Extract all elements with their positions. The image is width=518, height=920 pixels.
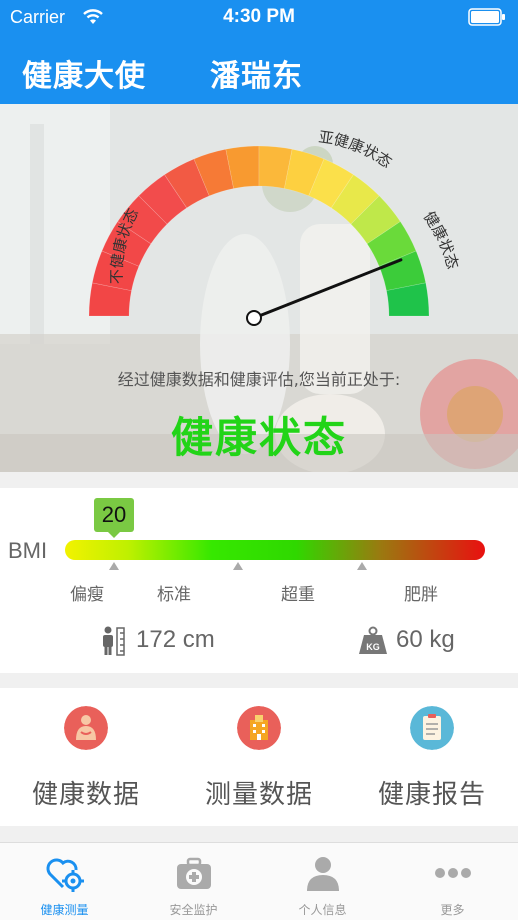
menu-label: 测量数据	[204, 780, 313, 810]
gauge-arc	[88, 145, 430, 317]
gauge-label-healthy: 健康状态	[420, 208, 462, 271]
tab-bar: 健康测量 安全监护 个人信息 更多	[0, 842, 518, 920]
bmi-tick	[233, 562, 243, 570]
app-title: 健康大使	[22, 59, 146, 94]
person-icon	[307, 857, 339, 891]
health-status-panel: 不健康状态 亚健康状态 健康状态 经过健康数据和健康评估,您当前正处于: 健康状…	[0, 104, 518, 472]
gauge-needle	[252, 258, 403, 320]
tab-label: 更多	[440, 903, 465, 917]
bmi-label: BMI	[8, 538, 48, 563]
bmi-category-overweight: 超重	[281, 585, 315, 605]
menu-label: 健康报告	[377, 780, 486, 810]
tab-personal-info[interactable]: 个人信息	[258, 843, 387, 920]
nav-bar: 健康大使 潘瑞东	[0, 36, 518, 104]
tab-more[interactable]: 更多	[388, 843, 517, 920]
body-chart-icon	[64, 706, 108, 750]
tab-label: 健康测量	[40, 903, 89, 917]
bmi-scale-bar	[65, 540, 485, 560]
battery-icon	[468, 8, 505, 26]
feature-menu: 健康数据 测量数据 健康报告	[0, 688, 518, 826]
tab-health-measure[interactable]: 健康测量	[0, 843, 129, 920]
clock-label: 4:30 PM	[223, 6, 295, 27]
user-name[interactable]: 潘瑞东	[210, 51, 303, 95]
health-gauge: 不健康状态 亚健康状态 健康状态	[88, 128, 462, 326]
gauge-pivot	[246, 310, 262, 326]
clipboard-icon	[410, 706, 454, 750]
first-aid-kit-icon	[177, 857, 211, 889]
svg-text:KG: KG	[366, 642, 380, 652]
bmi-category-obese: 肥胖	[404, 585, 438, 605]
bmi-card: BMI 20 偏瘦 标准 超重 肥胖 172 cm KG 60 kg	[0, 488, 518, 673]
assessment-text: 经过健康数据和健康评估,您当前正处于:	[117, 370, 401, 389]
tab-safety-monitor[interactable]: 安全监护	[129, 843, 258, 920]
menu-label: 健康数据	[31, 780, 140, 810]
bmi-value-badge: 20	[94, 498, 134, 538]
status-bar: Carrier 4:30 PM	[0, 0, 518, 36]
tab-label: 个人信息	[298, 903, 347, 917]
menu-item-health-data[interactable]: 健康数据	[0, 688, 172, 826]
tab-label: 安全监护	[169, 903, 218, 917]
bmi-tick	[109, 562, 119, 570]
weight-kg-icon: KG	[359, 626, 387, 654]
hospital-icon	[237, 706, 281, 750]
bmi-tick	[357, 562, 367, 570]
menu-item-health-report[interactable]: 健康报告	[346, 688, 518, 826]
height-ruler-icon	[103, 626, 125, 656]
more-dots-icon	[435, 868, 471, 878]
height-value: 172 cm	[136, 626, 215, 653]
heart-gear-icon	[46, 858, 84, 892]
health-status-text: 健康状态	[170, 413, 347, 462]
bmi-category-underweight: 偏瘦	[70, 585, 104, 605]
menu-item-measurement-data[interactable]: 测量数据	[173, 688, 345, 826]
weight-value: 60 kg	[396, 626, 455, 653]
bmi-category-normal: 标准	[157, 585, 191, 605]
